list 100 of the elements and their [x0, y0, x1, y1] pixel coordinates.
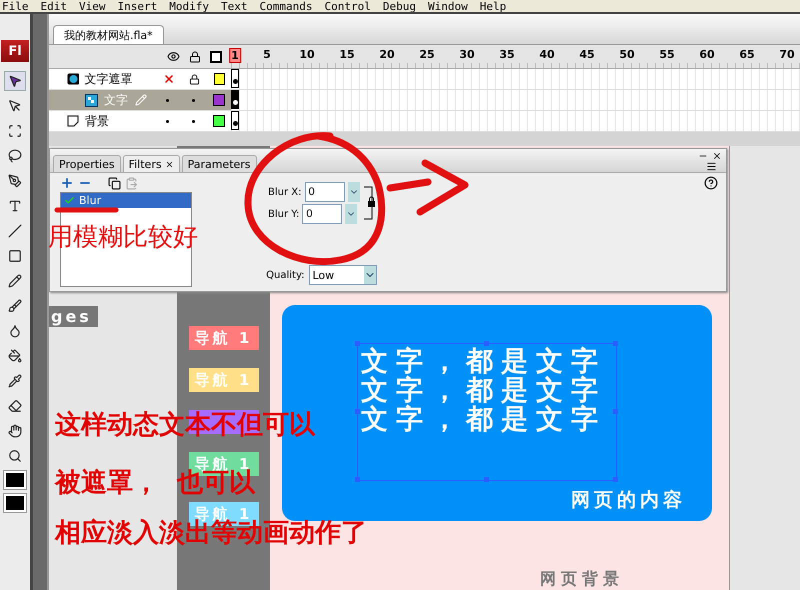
eyedropper-icon — [8, 374, 22, 388]
lock-icon[interactable] — [189, 50, 201, 62]
panel-tab[interactable]: Filters — [122, 155, 180, 172]
menu-item[interactable]: Edit — [40, 1, 67, 12]
lasso-icon — [8, 149, 22, 163]
frame-number: 40 — [539, 48, 555, 61]
unlocked-dot[interactable] — [192, 120, 194, 122]
brush-icon — [8, 299, 22, 313]
visible-dot[interactable] — [166, 120, 168, 122]
add-icon[interactable] — [60, 176, 74, 190]
layer-color-swatch[interactable] — [213, 94, 225, 106]
frame-number: 55 — [659, 48, 675, 61]
hand-icon — [8, 424, 22, 438]
layer-name: 文字 — [104, 92, 129, 108]
pencil-icon — [8, 274, 22, 288]
layer-icon — [67, 115, 79, 127]
menu-item[interactable]: Insert — [118, 1, 158, 12]
menu-item[interactable]: File — [2, 1, 28, 12]
keyframe[interactable] — [231, 90, 239, 109]
menu-item[interactable]: View — [79, 1, 106, 12]
keyframe[interactable] — [231, 111, 239, 130]
pointer-icon — [8, 99, 22, 113]
menu-item[interactable]: Control — [324, 1, 371, 12]
transform-icon — [8, 124, 22, 138]
pen-icon — [8, 174, 22, 188]
field-label: Quality: — [266, 270, 304, 280]
frame-number: 1 — [229, 48, 241, 63]
frame-number: 50 — [619, 48, 635, 61]
layer-row[interactable]: 文字遮罩 — [49, 69, 800, 90]
ink-bottle-icon — [8, 324, 22, 338]
mask-layer-icon — [67, 73, 79, 85]
layer-name: 文字遮罩 — [84, 70, 133, 88]
pencil-icon — [135, 94, 147, 106]
selection-arrow-tool[interactable] — [4, 71, 26, 91]
layer-color-swatch[interactable] — [213, 115, 225, 127]
help-icon[interactable] — [704, 176, 718, 190]
frame-number: 35 — [499, 48, 515, 61]
content-text: 文字，都是文字 — [361, 347, 607, 376]
timeline-scrollbar[interactable] — [49, 132, 800, 146]
menu-item[interactable]: Modify — [169, 1, 209, 12]
background-label: 网页背景 — [540, 569, 625, 590]
close-icon[interactable] — [164, 160, 174, 168]
app-logo: Fl — [1, 40, 29, 62]
frame-number: 10 — [299, 48, 315, 61]
menu-item[interactable]: Window — [428, 1, 468, 12]
frame-number: 65 — [739, 48, 755, 61]
field-label: Blur X: — [268, 186, 302, 198]
text-tool-icon — [8, 199, 22, 213]
selection-arrow-icon — [8, 74, 22, 88]
eye-icon[interactable] — [167, 50, 180, 63]
visible-dot[interactable] — [166, 98, 168, 102]
frame-number: 20 — [379, 48, 395, 61]
menu-item[interactable]: Help — [480, 1, 506, 12]
panel-tab[interactable]: Parameters — [182, 155, 257, 172]
lock-icon[interactable] — [189, 74, 200, 84]
dropdown-button[interactable] — [345, 204, 358, 224]
keyframe[interactable] — [231, 69, 239, 88]
side-label: ges — [49, 306, 98, 327]
content-text: 文字，都是文字 — [361, 405, 607, 434]
blur-input[interactable]: 0 — [304, 182, 344, 202]
zoom-icon — [8, 449, 22, 463]
panel-menu-icon[interactable] — [706, 161, 716, 172]
frame-number: 15 — [339, 48, 355, 61]
eraser-icon — [8, 399, 22, 413]
menu-item[interactable]: Text — [221, 1, 248, 12]
frame-number: 30 — [459, 48, 475, 61]
stroke-color-swatch[interactable] — [4, 471, 26, 489]
panel-tab[interactable]: Properties — [53, 155, 121, 172]
paint-bucket-icon — [8, 349, 22, 363]
document-tab[interactable]: 我的教材网站.fla* — [53, 25, 164, 44]
content-text: 文字，都是文字 — [361, 376, 607, 405]
frame-number: 45 — [579, 48, 595, 61]
chevron-down-icon — [364, 266, 376, 284]
field-label: Blur Y: — [268, 208, 300, 220]
frame-number: 70 — [779, 48, 795, 61]
dropdown-button[interactable] — [348, 182, 360, 202]
unlocked-dot[interactable] — [192, 98, 194, 102]
check-icon[interactable] — [64, 195, 75, 206]
close-icon[interactable] — [712, 151, 722, 161]
line-icon — [8, 224, 22, 238]
frame-number: 5 — [263, 48, 271, 61]
copy-icon[interactable] — [108, 176, 121, 190]
menu-item[interactable]: Debug — [382, 1, 416, 12]
layer-row[interactable]: 背景 — [49, 111, 800, 132]
menu-item[interactable]: Commands — [260, 1, 312, 12]
annotation-note: 用模糊比较好 — [48, 221, 198, 253]
frame-number: 25 — [419, 48, 435, 61]
underline-scribble — [54, 208, 118, 212]
filter-item[interactable]: Blur — [61, 193, 191, 208]
outline-icon[interactable] — [210, 50, 222, 62]
masked-layer-icon — [85, 94, 98, 106]
layer-color-swatch[interactable] — [214, 73, 225, 85]
fill-color-swatch[interactable] — [4, 494, 26, 512]
quality-select[interactable]: Low — [308, 265, 376, 285]
content-caption: 网页的内容 — [571, 488, 686, 513]
frame-ruler[interactable]: 1 5 10 15 20 25 30 35 40 45 50 55 60 65 70 — [231, 45, 800, 68]
rectangle-icon — [8, 249, 22, 263]
blur-input[interactable]: 0 — [302, 204, 342, 224]
frame-number: 60 — [699, 48, 715, 61]
layer-name: 背景 — [85, 112, 110, 130]
